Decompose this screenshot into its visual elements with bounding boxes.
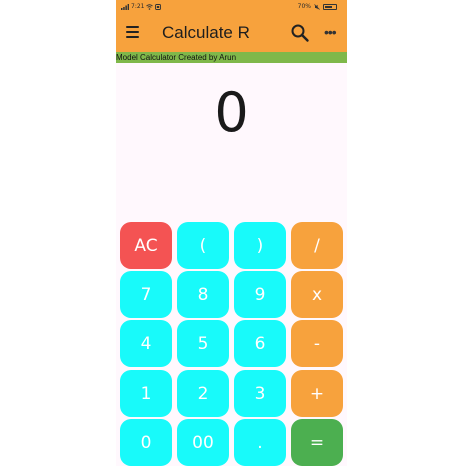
open-paren-button[interactable]: (: [177, 222, 229, 269]
app-title: Calculate R: [162, 23, 250, 42]
digit-6-button[interactable]: 6: [234, 320, 286, 367]
status-left: 7:21: [121, 3, 162, 10]
status-right: 70%: [298, 3, 337, 10]
close-paren-button[interactable]: ): [234, 222, 286, 269]
wifi-icon: [146, 3, 154, 10]
result-display: 0: [214, 81, 249, 144]
more-options-icon[interactable]: •••: [324, 25, 337, 39]
status-time: 7:21: [131, 3, 145, 10]
status-bar: 7:21 70%: [116, 0, 347, 14]
credit-banner: Model Calculator Created by Arun: [116, 52, 347, 63]
digit-1-button[interactable]: 1: [120, 370, 172, 417]
multiply-button[interactable]: x: [291, 271, 343, 318]
calculator-screen: 7:21 70% Calculate R ••• Model Calculato…: [116, 0, 347, 466]
plus-button[interactable]: +: [291, 370, 343, 417]
digit-3-button[interactable]: 3: [234, 370, 286, 417]
decimal-point-button[interactable]: .: [234, 419, 286, 466]
battery-level: [325, 5, 332, 8]
notification-icon: [155, 3, 162, 10]
app-bar: Calculate R •••: [116, 14, 347, 52]
clear-button[interactable]: AC: [120, 222, 172, 269]
search-icon[interactable]: [290, 23, 310, 43]
mute-icon: [314, 3, 320, 10]
digit-9-button[interactable]: 9: [234, 271, 286, 318]
digit-7-button[interactable]: 7: [120, 271, 172, 318]
menu-icon[interactable]: [126, 26, 139, 38]
equals-button[interactable]: =: [291, 419, 343, 466]
digit-2-button[interactable]: 2: [177, 370, 229, 417]
digit-8-button[interactable]: 8: [177, 271, 229, 318]
battery-percent: 70%: [297, 3, 311, 10]
divide-button[interactable]: /: [291, 222, 343, 269]
double-zero-button[interactable]: 00: [177, 419, 229, 466]
battery-icon: [323, 3, 337, 10]
minus-button[interactable]: -: [291, 320, 343, 367]
digit-4-button[interactable]: 4: [120, 320, 172, 367]
digit-5-button[interactable]: 5: [177, 320, 229, 367]
signal-icon: [121, 3, 129, 10]
digit-0-button[interactable]: 0: [120, 419, 172, 466]
